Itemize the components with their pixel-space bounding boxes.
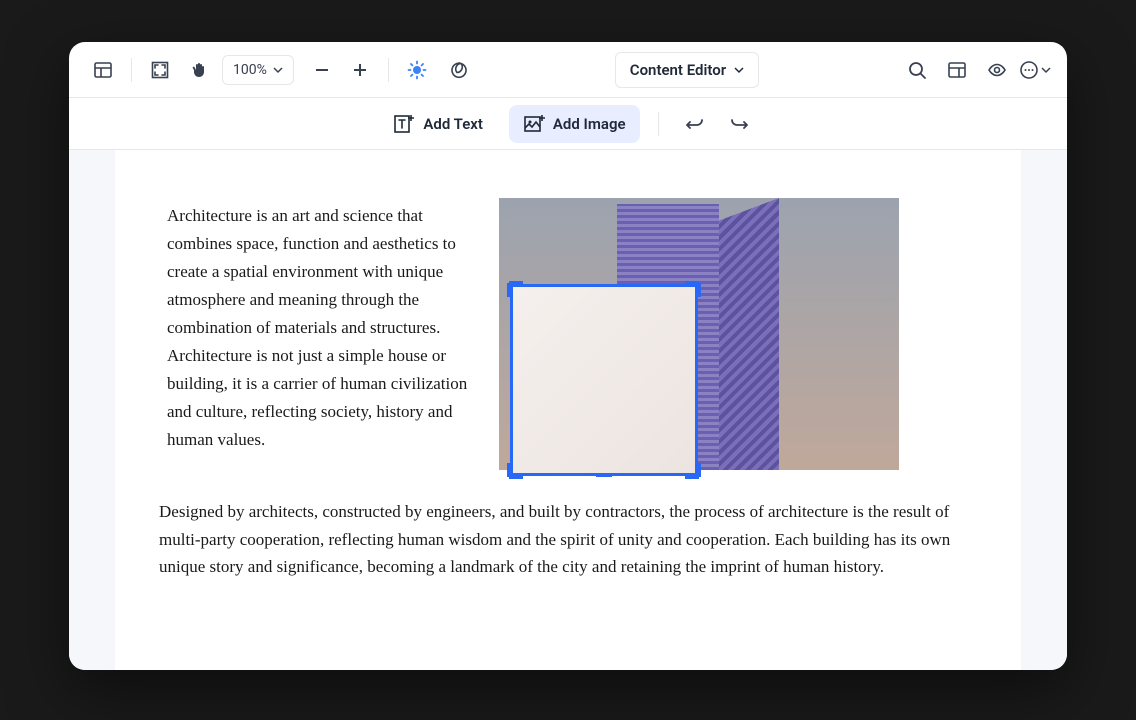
- divider: [388, 58, 389, 82]
- document-image[interactable]: [499, 198, 899, 470]
- zoom-in-icon[interactable]: [342, 52, 378, 88]
- paragraph-1[interactable]: Architecture is an art and science that …: [167, 198, 475, 470]
- add-image-icon: [523, 113, 545, 135]
- moon-icon[interactable]: [439, 52, 475, 88]
- zoom-value: 100%: [233, 62, 267, 78]
- search-icon[interactable]: [899, 52, 935, 88]
- paragraph-2[interactable]: Designed by architects, constructed by e…: [159, 498, 969, 581]
- fullscreen-icon[interactable]: [142, 52, 178, 88]
- layout-icon[interactable]: [939, 52, 975, 88]
- more-menu[interactable]: [1019, 60, 1051, 80]
- sub-toolbar: Add Text Add Image: [69, 98, 1067, 150]
- top-toolbar: 100% Content Editor: [69, 42, 1067, 98]
- chevron-down-icon: [273, 65, 283, 75]
- toolbar-right: [899, 52, 1051, 88]
- undo-redo-group: [677, 106, 757, 142]
- mode-select[interactable]: Content Editor: [615, 52, 759, 88]
- toolbar-left: 100%: [85, 52, 475, 88]
- zoom-controls: [304, 52, 378, 88]
- add-text-button[interactable]: Add Text: [379, 105, 497, 143]
- redo-icon[interactable]: [721, 106, 757, 142]
- sun-icon[interactable]: [399, 52, 435, 88]
- document-page[interactable]: Architecture is an art and science that …: [115, 150, 1021, 670]
- panel-icon[interactable]: [85, 52, 121, 88]
- eye-icon[interactable]: [979, 52, 1015, 88]
- add-text-icon: [393, 113, 415, 135]
- undo-icon[interactable]: [677, 106, 713, 142]
- hand-icon[interactable]: [182, 52, 218, 88]
- canvas-area[interactable]: Architecture is an art and science that …: [69, 150, 1067, 670]
- add-image-button[interactable]: Add Image: [509, 105, 640, 143]
- editor-window: 100% Content Editor: [69, 42, 1067, 670]
- divider: [658, 112, 659, 136]
- add-image-label: Add Image: [553, 115, 626, 133]
- zoom-out-icon[interactable]: [304, 52, 340, 88]
- add-text-label: Add Text: [423, 115, 483, 133]
- zoom-select[interactable]: 100%: [222, 55, 294, 85]
- ellipsis-icon: [1019, 60, 1039, 80]
- chevron-down-icon: [1041, 65, 1051, 75]
- mode-label: Content Editor: [630, 61, 726, 79]
- divider: [131, 58, 132, 82]
- chevron-down-icon: [734, 65, 744, 75]
